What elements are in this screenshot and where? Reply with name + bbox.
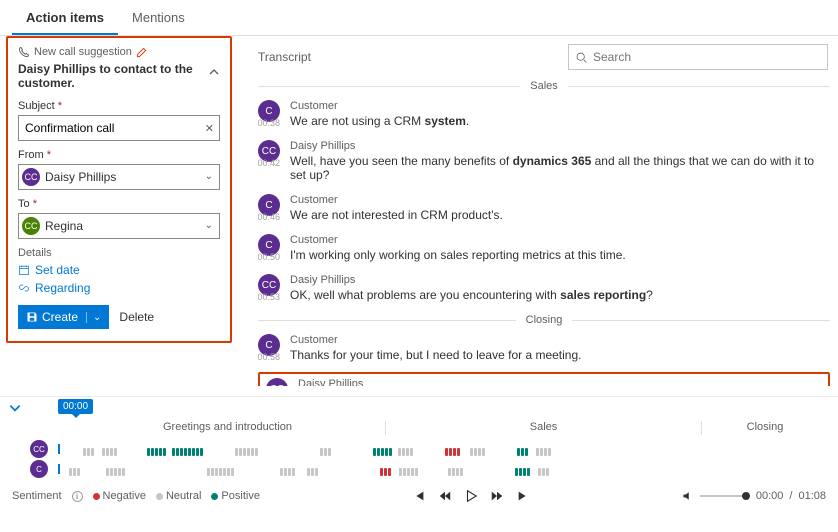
skip-end-icon[interactable] (516, 489, 530, 503)
msg-text: Thanks for your time, but I need to leav… (290, 348, 830, 362)
msg-speaker: Dasiy Phillips (290, 274, 830, 286)
from-input[interactable]: CCDaisy Phillips ⌄ (18, 164, 220, 190)
msg-time: 00:58 (258, 334, 280, 362)
msg-time: 00:53 (258, 274, 280, 302)
timeline-section: Sales (386, 421, 702, 435)
msg-text: Well, have you seen the many benefits of… (290, 154, 830, 182)
search-icon (575, 51, 588, 64)
details-label: Details (18, 247, 220, 259)
timeline-lane-agent[interactable] (58, 444, 828, 454)
track-avatar-agent: CC (30, 440, 48, 458)
timeline-lane-customer[interactable] (58, 464, 828, 474)
msg-speaker: Customer (290, 194, 830, 206)
avatar: CC (22, 217, 40, 235)
avatar: CC (22, 168, 40, 186)
save-icon (26, 311, 38, 323)
chevron-down-icon[interactable]: ⌄ (205, 220, 213, 231)
track-avatar-customer: C (30, 460, 48, 478)
collapse-icon[interactable] (208, 66, 220, 81)
time-total: 01:08 (798, 490, 826, 502)
msg-time: 00:42 (258, 140, 280, 182)
section-closing: Closing (516, 314, 573, 326)
timeline-section: Closing (702, 421, 828, 435)
msg-time: 00:50 (258, 234, 280, 262)
volume-icon[interactable] (682, 490, 694, 502)
transcript-message[interactable]: C00:46CustomerWe are not interested in C… (258, 190, 830, 230)
msg-speaker: Customer (290, 334, 830, 346)
to-label: To (18, 198, 30, 210)
playhead-badge[interactable]: 00:00 (58, 399, 93, 414)
create-button[interactable]: Create ⌄ (18, 305, 109, 329)
transcript-message[interactable]: C00:58CustomerThanks for your time, but … (258, 330, 830, 370)
action-card-title: Daisy Phillips to contact to the custome… (18, 62, 220, 90)
section-sales: Sales (520, 80, 568, 92)
time-current: 00:00 (756, 490, 784, 502)
transcript-list: Sales C00:38CustomerWe are not using a C… (258, 76, 838, 386)
transcript-message[interactable]: CC01:01Daisy PhillipsOK, I'll call you b… (258, 372, 830, 386)
clear-icon[interactable]: ✕ (205, 122, 214, 135)
tab-action-items[interactable]: Action items (12, 0, 118, 35)
msg-text: I'm working only working on sales report… (290, 248, 830, 262)
search-input[interactable] (593, 50, 821, 64)
msg-speaker: Customer (290, 100, 830, 112)
transcript-title: Transcript (258, 50, 311, 64)
msg-speaker: Customer (290, 234, 830, 246)
subject-input[interactable] (18, 115, 220, 141)
delete-button[interactable]: Delete (119, 310, 154, 324)
forward-icon[interactable] (490, 489, 504, 503)
timeline: 00:00 Greetings and introduction Sales C… (0, 396, 838, 483)
edit-icon[interactable] (136, 47, 147, 58)
phone-icon (18, 46, 30, 58)
action-item-card: New call suggestion Daisy Phillips to co… (6, 36, 232, 343)
msg-text: OK, well what problems are you encounter… (290, 288, 830, 302)
suggestion-label: New call suggestion (34, 46, 132, 58)
msg-time: 01:01 (262, 378, 288, 386)
search-box[interactable] (568, 44, 828, 70)
from-label: From (18, 149, 44, 161)
calendar-icon (18, 264, 30, 276)
info-icon[interactable]: i (72, 491, 83, 502)
skip-start-icon[interactable] (412, 489, 426, 503)
rewind-icon[interactable] (438, 489, 452, 503)
regarding-link[interactable]: Regarding (18, 281, 220, 295)
play-icon[interactable] (464, 489, 478, 503)
to-input[interactable]: CCRegina ⌄ (18, 213, 220, 239)
tab-mentions[interactable]: Mentions (118, 0, 199, 35)
transcript-message[interactable]: C00:38CustomerWe are not using a CRM sys… (258, 96, 830, 136)
volume-slider[interactable] (700, 495, 750, 497)
expand-icon[interactable] (8, 401, 22, 418)
chevron-down-icon[interactable]: ⌄ (86, 312, 101, 323)
transcript-message[interactable]: C00:50CustomerI'm working only working o… (258, 230, 830, 270)
link-icon (18, 282, 30, 294)
msg-speaker: Daisy Phillips (298, 378, 822, 386)
transcript-message[interactable]: CC00:42Daisy PhillipsWell, have you seen… (258, 136, 830, 190)
sentiment-legend: Sentiment i Negative Neutral Positive (12, 490, 260, 502)
timeline-section: Greetings and introduction (70, 421, 386, 435)
msg-speaker: Daisy Phillips (290, 140, 830, 152)
msg-time: 00:46 (258, 194, 280, 222)
audio-player (412, 489, 530, 503)
msg-text: We are not using a CRM system. (290, 114, 830, 128)
msg-time: 00:38 (258, 100, 280, 128)
msg-text: We are not interested in CRM product's. (290, 208, 830, 222)
set-date-link[interactable]: Set date (18, 263, 220, 277)
transcript-message[interactable]: CC00:53Dasiy PhillipsOK, well what probl… (258, 270, 830, 310)
subject-label: Subject (18, 100, 55, 112)
chevron-down-icon[interactable]: ⌄ (205, 171, 213, 182)
